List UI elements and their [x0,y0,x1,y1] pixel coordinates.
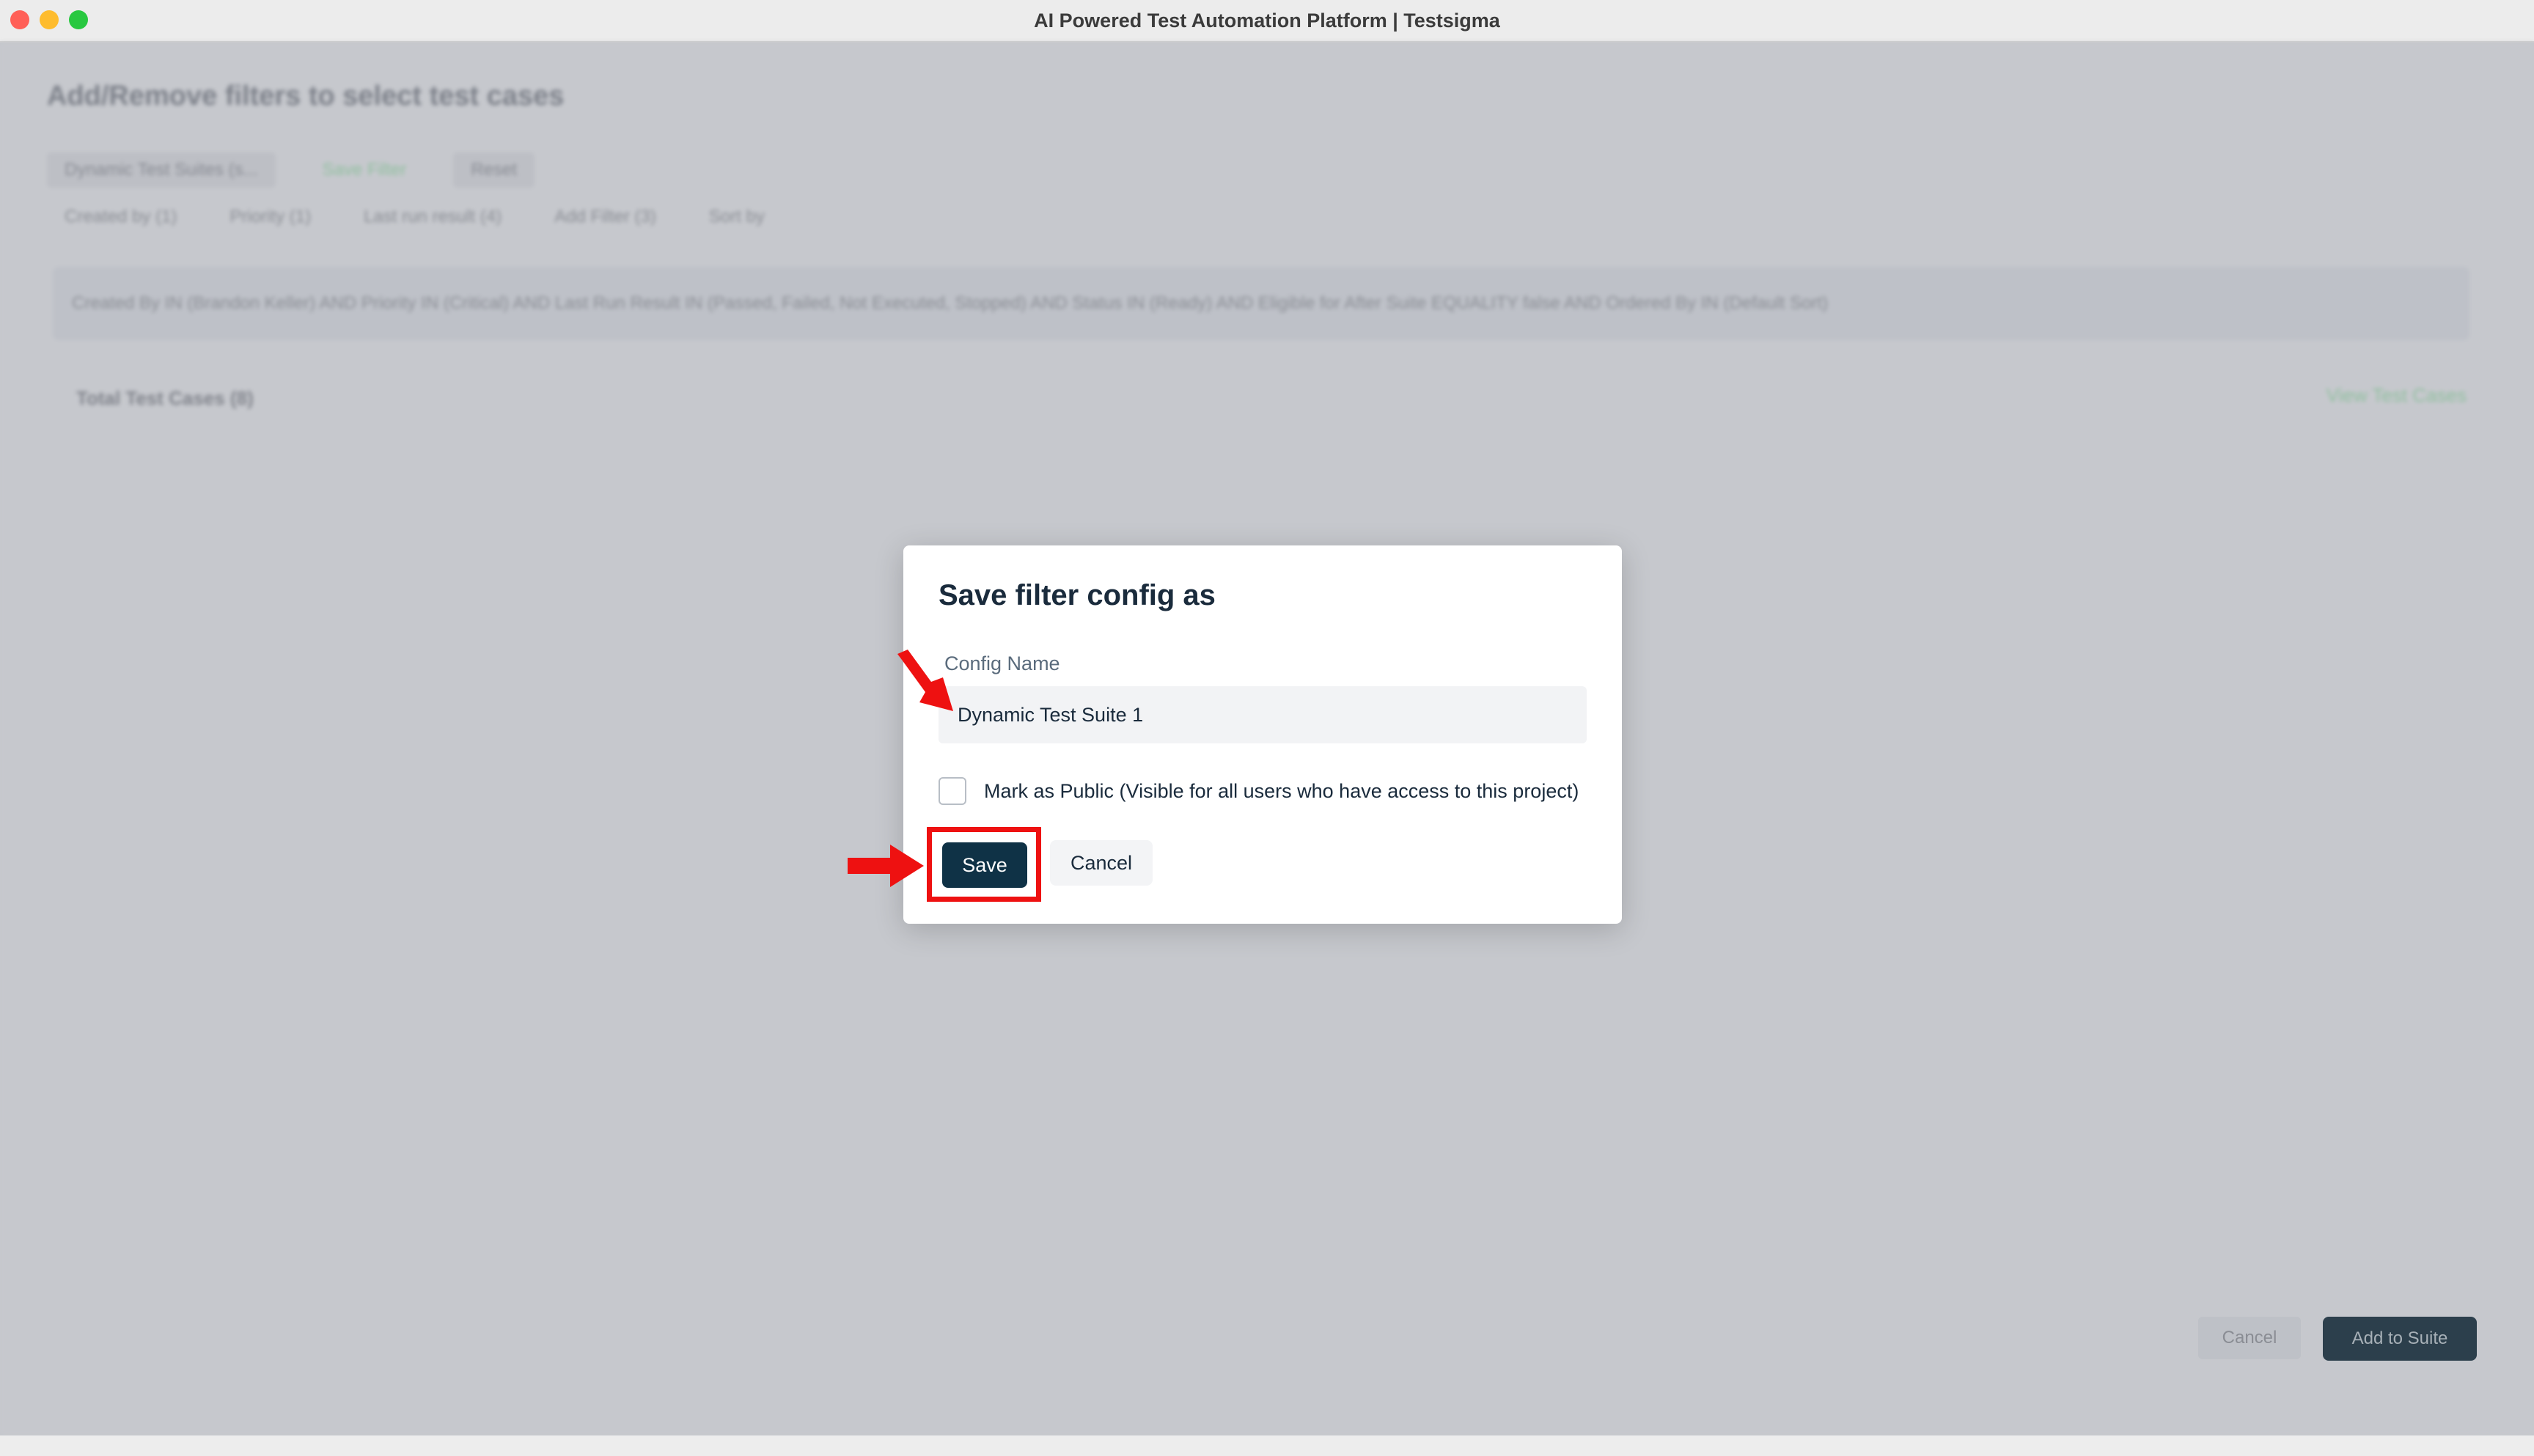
save-highlight-box: Save [927,827,1041,902]
add-to-suite-button[interactable]: Add to Suite [2323,1317,2477,1361]
filter-priority[interactable]: Priority (1) [229,207,311,227]
query-text: Created By IN (Brandon Keller) AND Prior… [72,293,1829,313]
filter-created-by[interactable]: Created by (1) [65,207,177,227]
save-filter-dialog: Save filter config as Config Name Mark a… [903,545,1622,924]
mark-public-label[interactable]: Mark as Public (Visible for all users wh… [984,780,1579,803]
annotation-arrow-icon [897,650,953,711]
window-minimize-button[interactable] [40,10,59,29]
annotation-arrow-icon [848,845,924,887]
view-test-cases-link[interactable]: View Test Cases [2326,384,2467,407]
filter-dropdowns: Created by (1) Priority (1) Last run res… [65,207,765,227]
window-title: AI Powered Test Automation Platform | Te… [1034,9,1500,32]
filter-query-summary: Created By IN (Brandon Keller) AND Prior… [53,267,2469,340]
total-test-cases[interactable]: Total Test Cases (8) [76,387,254,410]
window-close-button[interactable] [10,10,29,29]
footer-cancel-button[interactable]: Cancel [2198,1317,2301,1359]
cancel-button[interactable]: Cancel [1050,840,1153,886]
save-filter-button[interactable]: Save Filter [305,152,425,188]
window-bottom-edge [0,1435,2534,1456]
filter-actions: Dynamic Test Suites (s... Save Filter Re… [47,152,535,188]
save-button[interactable]: Save [942,842,1027,888]
page-heading: Add/Remove filters to select test cases [47,81,565,111]
reset-button[interactable]: Reset [453,152,535,188]
mark-public-checkbox[interactable] [939,777,966,805]
add-filter-dropdown[interactable]: Add Filter (3) [554,207,656,227]
dialog-title: Save filter config as [939,579,1216,611]
filter-last-run-result[interactable]: Last run result (4) [364,207,502,227]
sort-by-dropdown[interactable]: Sort by [709,207,765,227]
suite-selector[interactable]: Dynamic Test Suites (s... [47,152,276,188]
window-maximize-button[interactable] [69,10,88,29]
mark-public-row: Mark as Public (Visible for all users wh… [939,777,1579,805]
config-name-input[interactable] [939,686,1587,743]
window-titlebar: AI Powered Test Automation Platform | Te… [0,0,2534,43]
